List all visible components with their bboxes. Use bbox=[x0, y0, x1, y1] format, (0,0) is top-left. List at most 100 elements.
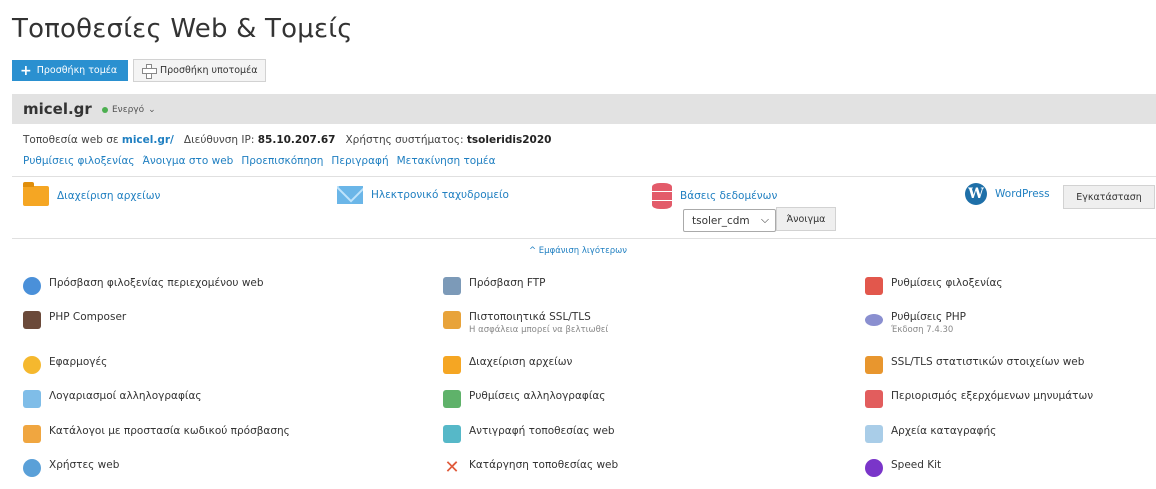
database-select[interactable]: tsoler_cdm ⌵ bbox=[683, 209, 776, 232]
rocket-icon bbox=[865, 459, 883, 477]
tool-outgoing-limit[interactable]: Περιορισμός εξερχόμενων μηνυμάτων bbox=[865, 390, 1093, 408]
wordpress-link[interactable]: W WordPress bbox=[965, 183, 1050, 205]
link-description[interactable]: Περιγραφή bbox=[331, 155, 388, 167]
tool-web-hosting-access[interactable]: Πρόσβαση φιλοξενίας περιεχομένου web bbox=[23, 277, 264, 295]
copy-icon bbox=[443, 425, 461, 443]
domain-links: Ρυθμίσεις φιλοξενίας Άνοιγμα στο web Προ… bbox=[23, 155, 496, 167]
tool-file-manager[interactable]: Διαχείριση αρχείων bbox=[443, 356, 572, 374]
add-subdomain-button[interactable]: Προσθήκη υποτομέα bbox=[133, 59, 266, 82]
tool-ftp-access[interactable]: Πρόσβαση FTP bbox=[443, 277, 546, 295]
tool-label: Κατάργηση τοποθεσίας web bbox=[469, 459, 619, 471]
locked-folder-icon bbox=[23, 425, 41, 443]
site-link[interactable]: micel.gr/ bbox=[122, 134, 174, 146]
logs-icon bbox=[865, 425, 883, 443]
tool-label: SSL/TLS στατιστικών στοιχείων web bbox=[891, 356, 1085, 368]
divider bbox=[12, 176, 1156, 177]
ip-label: Διεύθυνση IP: bbox=[183, 134, 255, 146]
mail-icon bbox=[337, 186, 363, 204]
mail-icon bbox=[23, 390, 41, 408]
stats-icon bbox=[865, 356, 883, 374]
file-manager-link[interactable]: Διαχείριση αρχείων bbox=[23, 182, 161, 206]
tool-label: Πιστοποιητικά SSL/TLS bbox=[469, 311, 591, 323]
tool-password-protected-dirs[interactable]: Κατάλογοι με προστασία κωδικού πρόσβασης bbox=[23, 425, 290, 443]
mail-limit-icon bbox=[865, 390, 883, 408]
wordpress-install-button[interactable]: Εγκατάσταση bbox=[1063, 185, 1155, 209]
gear-icon bbox=[23, 356, 41, 374]
wordpress-label: WordPress bbox=[995, 188, 1050, 200]
tool-label: Λογαριασμοί αλληλογραφίας bbox=[49, 390, 202, 402]
tool-label: Κατάλογοι με προστασία κωδικού πρόσβασης bbox=[49, 425, 290, 437]
tool-label: Χρήστες web bbox=[49, 459, 120, 471]
tool-ssl-certificates[interactable]: Πιστοποιητικά SSL/TLS Η ασφάλεια μπορεί … bbox=[443, 311, 608, 335]
database-icon bbox=[652, 183, 672, 209]
database-select-value: tsoler_cdm bbox=[692, 214, 750, 227]
status-dropdown[interactable]: Ενεργό ⌄ bbox=[102, 105, 156, 115]
plus-outline-icon bbox=[142, 64, 157, 79]
composer-icon bbox=[23, 311, 41, 329]
folder-icon bbox=[23, 182, 49, 206]
divider bbox=[12, 238, 1156, 239]
tool-mail-accounts[interactable]: Λογαριασμοί αλληλογραφίας bbox=[23, 390, 202, 408]
user-value: tsoleridis2020 bbox=[466, 134, 552, 146]
mail-link[interactable]: Ηλεκτρονικό ταχυδρομείο bbox=[337, 186, 509, 204]
link-preview[interactable]: Προεπισκόπηση bbox=[241, 155, 323, 167]
user-key-icon bbox=[23, 277, 41, 295]
tool-label: Αντιγραφή τοποθεσίας web bbox=[469, 425, 615, 437]
tool-hosting-settings[interactable]: Ρυθμίσεις φιλοξενίας bbox=[865, 277, 1003, 295]
add-domain-button[interactable]: + Προσθήκη τομέα bbox=[12, 60, 128, 81]
tool-label: Εφαρμογές bbox=[49, 356, 108, 368]
page-title: Τοποθεσίες Web & Τομείς bbox=[12, 14, 353, 44]
tool-label: Περιορισμός εξερχόμενων μηνυμάτων bbox=[891, 390, 1094, 402]
tool-label: PHP Composer bbox=[49, 311, 127, 323]
chevron-down-icon: ⌵ bbox=[761, 214, 769, 226]
tool-ssl-web-stats[interactable]: SSL/TLS στατιστικών στοιχείων web bbox=[865, 356, 1084, 374]
tool-applications[interactable]: Εφαρμογές bbox=[23, 356, 107, 374]
link-open-web[interactable]: Άνοιγμα στο web bbox=[143, 155, 234, 167]
tool-label: Αρχεία καταγραφής bbox=[891, 425, 997, 437]
ftp-icon bbox=[443, 277, 461, 295]
php-icon bbox=[865, 314, 883, 326]
chevron-down-icon: ⌄ bbox=[148, 105, 156, 115]
tool-logs[interactable]: Αρχεία καταγραφής bbox=[865, 425, 996, 443]
domain-info: Τοποθεσία web σε micel.gr/ Διεύθυνση IP:… bbox=[23, 134, 551, 146]
mail-label: Ηλεκτρονικό ταχυδρομείο bbox=[371, 189, 509, 201]
file-manager-label: Διαχείριση αρχείων bbox=[57, 190, 161, 202]
hosting-settings-icon bbox=[865, 277, 883, 295]
status-dot-icon bbox=[102, 107, 108, 113]
ip-value: 85.10.207.67 bbox=[257, 134, 336, 146]
tool-label: Διαχείριση αρχείων bbox=[469, 356, 573, 368]
show-less-link[interactable]: ^ Εμφάνιση λιγότερων bbox=[0, 246, 1156, 256]
databases-label: Βάσεις δεδομένων bbox=[680, 190, 778, 202]
php-version-note: Έκδοση 7.4.30 bbox=[891, 325, 954, 335]
tool-mail-settings[interactable]: Ρυθμίσεις αλληλογραφίας bbox=[443, 390, 605, 408]
tool-remove-website[interactable]: ✕ Κατάργηση τοποθεσίας web bbox=[443, 459, 618, 477]
wordpress-icon: W bbox=[965, 183, 987, 205]
tool-label: Πρόσβαση φιλοξενίας περιεχομένου web bbox=[49, 277, 264, 289]
lock-icon bbox=[443, 311, 461, 329]
user-label: Χρήστης συστήματος: bbox=[345, 134, 464, 146]
mail-settings-icon bbox=[443, 390, 461, 408]
close-icon: ✕ bbox=[444, 457, 460, 478]
status-label: Ενεργό bbox=[112, 105, 145, 115]
web-users-icon bbox=[23, 459, 41, 477]
tool-label: Ρυθμίσεις αλληλογραφίας bbox=[469, 390, 606, 402]
site-prefix: Τοποθεσία web σε bbox=[23, 134, 122, 146]
domain-name[interactable]: micel.gr bbox=[23, 100, 92, 118]
tool-label: Ρυθμίσεις PHP bbox=[891, 311, 967, 323]
tool-label: Πρόσβαση FTP bbox=[469, 277, 546, 289]
databases-link[interactable]: Βάσεις δεδομένων bbox=[652, 183, 777, 209]
link-hosting-settings[interactable]: Ρυθμίσεις φιλοξενίας bbox=[23, 155, 135, 167]
add-domain-label: Προσθήκη τομέα bbox=[36, 65, 118, 76]
ssl-note: Η ασφάλεια μπορεί να βελτιωθεί bbox=[469, 325, 609, 335]
tool-label: Speed Kit bbox=[891, 459, 942, 471]
tool-php-composer[interactable]: PHP Composer bbox=[23, 311, 126, 329]
tool-copy-website[interactable]: Αντιγραφή τοποθεσίας web bbox=[443, 425, 615, 443]
open-database-button[interactable]: Άνοιγμα bbox=[776, 207, 836, 231]
folder-icon bbox=[443, 356, 461, 374]
tool-php-settings[interactable]: Ρυθμίσεις PHP Έκδοση 7.4.30 bbox=[865, 311, 966, 335]
link-move-domain[interactable]: Μετακίνηση τομέα bbox=[397, 155, 496, 167]
tool-speed-kit[interactable]: Speed Kit bbox=[865, 459, 941, 477]
add-subdomain-label: Προσθήκη υποτομέα bbox=[160, 65, 258, 76]
tool-web-users[interactable]: Χρήστες web bbox=[23, 459, 119, 477]
plus-icon: + bbox=[20, 62, 32, 79]
